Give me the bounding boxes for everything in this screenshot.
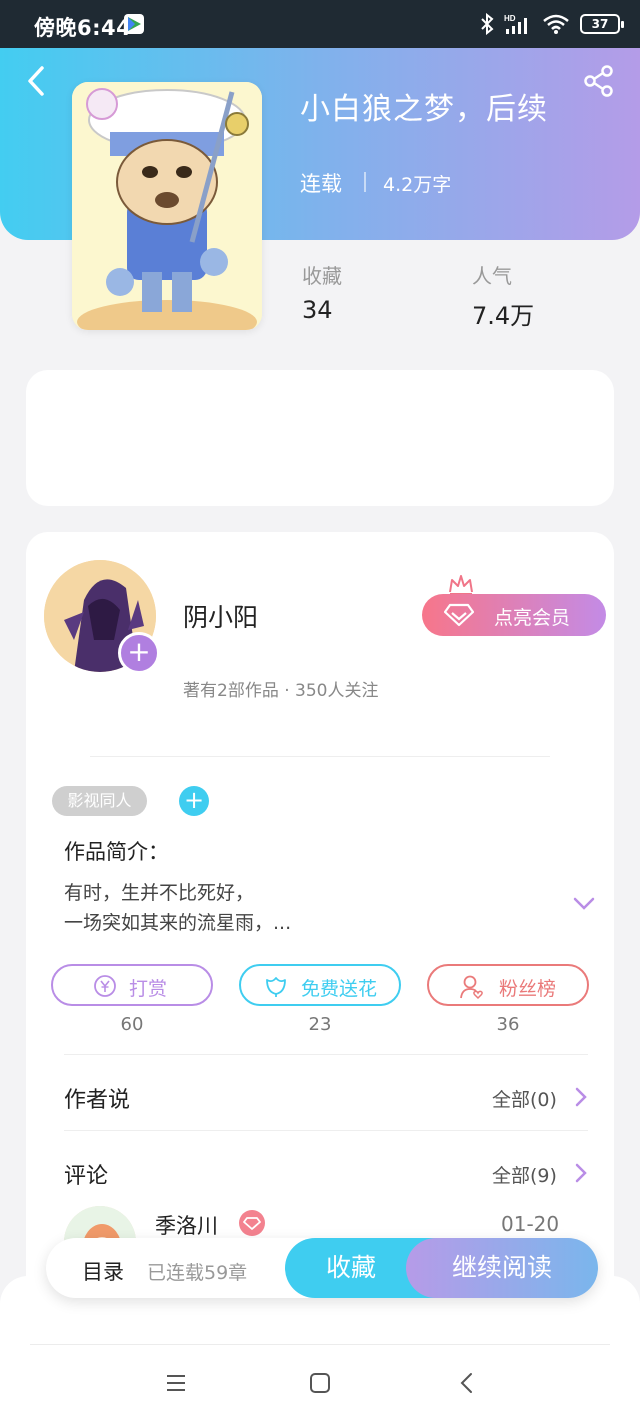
nav-divider xyxy=(30,1344,610,1345)
divider xyxy=(90,756,550,757)
send-flower-label: 免费送花 xyxy=(301,978,378,1000)
divider xyxy=(64,1130,588,1131)
commenter-name[interactable]: 季洛川 xyxy=(155,1210,218,1240)
stat-popularity-label: 人气 xyxy=(472,264,512,288)
signal-icon: HD xyxy=(504,14,527,34)
follow-author-button[interactable]: + xyxy=(118,632,160,674)
share-button[interactable] xyxy=(582,64,616,98)
intro-title: 作品简介： xyxy=(64,840,169,864)
diamond-icon xyxy=(444,603,474,627)
expand-chevron-icon[interactable] xyxy=(572,896,596,912)
book-status: 连载 xyxy=(300,172,342,196)
divider xyxy=(64,1054,588,1055)
fan-ranking-button[interactable]: 粉丝榜 xyxy=(427,964,589,1006)
fan-ranking-label: 粉丝榜 xyxy=(499,978,557,1000)
stat-popularity-value: 7.4万 xyxy=(472,302,535,330)
book-cover[interactable] xyxy=(72,82,262,330)
play-store-icon xyxy=(124,14,144,34)
comments-more[interactable]: 全部(9) xyxy=(492,1161,557,1188)
placeholder-card xyxy=(26,370,614,506)
genre-tag[interactable]: 影视同人 xyxy=(52,786,147,816)
reward-button[interactable]: 打赏 xyxy=(51,964,213,1006)
vip-button-label: 点亮会员 xyxy=(494,607,571,629)
author-info: 著有2部作品 · 350人关注 xyxy=(183,681,379,701)
send-flower-button[interactable]: 免费送花 xyxy=(239,964,401,1006)
stat-favorites-value: 34 xyxy=(302,296,333,324)
crown-icon xyxy=(449,575,473,595)
comments-title: 评论 xyxy=(64,1164,109,1189)
book-word-count: 4.2万字 xyxy=(383,174,452,196)
chevron-right-icon[interactable] xyxy=(574,1086,588,1108)
yen-coin-icon xyxy=(94,975,116,997)
continue-reading-button[interactable]: 继续阅读 xyxy=(406,1238,598,1298)
reward-count: 60 xyxy=(120,1014,144,1035)
diamond-icon xyxy=(243,1217,261,1230)
chevron-right-icon[interactable] xyxy=(574,1162,588,1184)
reward-label: 打赏 xyxy=(129,978,168,1000)
vip-button[interactable]: 点亮会员 xyxy=(422,594,606,636)
flower-icon xyxy=(266,977,286,997)
table-of-contents-button[interactable]: 目录 xyxy=(82,1256,124,1286)
back-arrow-icon xyxy=(28,66,44,96)
bluetooth-icon xyxy=(481,13,494,35)
hd-label: HD xyxy=(504,14,516,23)
cover-illustration xyxy=(72,82,262,330)
author-says-title: 作者说 xyxy=(64,1088,131,1113)
wifi-icon xyxy=(543,14,569,34)
intro-line: 有时，生并不比死好， xyxy=(64,882,255,904)
flower-count: 23 xyxy=(308,1014,332,1035)
battery-level: 37 xyxy=(591,17,609,31)
fan-count: 36 xyxy=(496,1014,520,1035)
status-time: 傍晚6:44 xyxy=(34,16,132,40)
nav-back-icon[interactable] xyxy=(456,1370,478,1396)
author-name[interactable]: 阴小阳 xyxy=(183,598,258,634)
share-icon xyxy=(584,65,613,97)
author-says-more[interactable]: 全部(0) xyxy=(492,1085,557,1112)
book-title: 小白狼之梦，后续 xyxy=(300,92,548,127)
chapter-progress: 已连载59章 xyxy=(147,1262,248,1284)
status-divider xyxy=(364,172,366,192)
back-button[interactable] xyxy=(22,64,52,98)
battery-icon: 37 xyxy=(580,14,624,34)
stat-favorites-label: 收藏 xyxy=(302,264,342,288)
home-square-icon[interactable] xyxy=(309,1370,331,1396)
add-tag-button[interactable]: + xyxy=(179,786,209,816)
vip-badge-icon xyxy=(239,1210,265,1236)
fan-user-icon xyxy=(460,975,483,1000)
comment-date: 01-20 xyxy=(501,1212,560,1236)
intro-line: 一场突如其来的流星雨，... xyxy=(64,912,292,934)
status-bar: 傍晚6:44 HD 37 xyxy=(0,0,640,48)
menu-icon[interactable] xyxy=(165,1370,187,1396)
status-icons: HD 37 xyxy=(480,12,624,36)
